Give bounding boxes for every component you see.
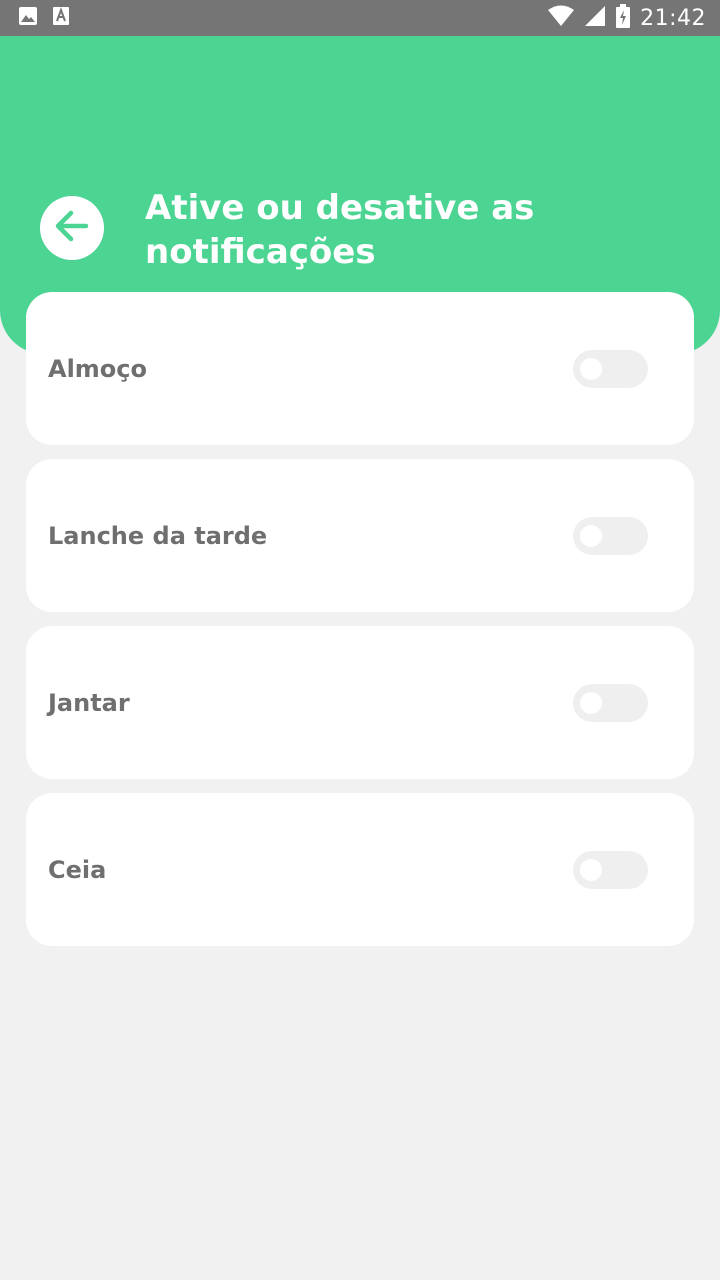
cell-signal-icon	[584, 5, 606, 31]
notification-label: Jantar	[48, 688, 130, 717]
wifi-icon	[548, 5, 575, 31]
toggle-switch[interactable]	[573, 516, 648, 555]
toggle-knob	[580, 691, 602, 714]
battery-charging-icon	[616, 4, 631, 32]
arrow-left-icon	[52, 206, 92, 250]
toggle-knob	[580, 858, 602, 881]
notification-label: Lanche da tarde	[48, 521, 268, 550]
notification-card-ceia: Ceia	[26, 793, 694, 946]
status-right: 21:42	[548, 4, 706, 32]
status-bar: 21:42	[0, 0, 720, 36]
notification-list: Almoço Lanche da tarde Jantar Ceia	[26, 292, 694, 946]
toggle-switch[interactable]	[573, 850, 648, 889]
notification-card-jantar: Jantar	[26, 626, 694, 779]
page-title: Ative ou desative as notificações	[145, 188, 535, 272]
status-left	[18, 6, 70, 30]
back-button[interactable]	[40, 196, 104, 260]
toggle-switch[interactable]	[573, 349, 648, 388]
notification-label: Ceia	[48, 855, 107, 884]
toggle-knob	[580, 524, 602, 547]
font-download-icon	[52, 6, 70, 30]
notification-card-lanche-da-tarde: Lanche da tarde	[26, 459, 694, 612]
notification-label: Almoço	[48, 354, 148, 383]
status-time: 21:42	[640, 5, 706, 31]
toggle-knob	[580, 357, 602, 380]
image-icon	[18, 6, 38, 30]
toggle-switch[interactable]	[573, 683, 648, 722]
notification-card-almoco: Almoço	[26, 292, 694, 445]
